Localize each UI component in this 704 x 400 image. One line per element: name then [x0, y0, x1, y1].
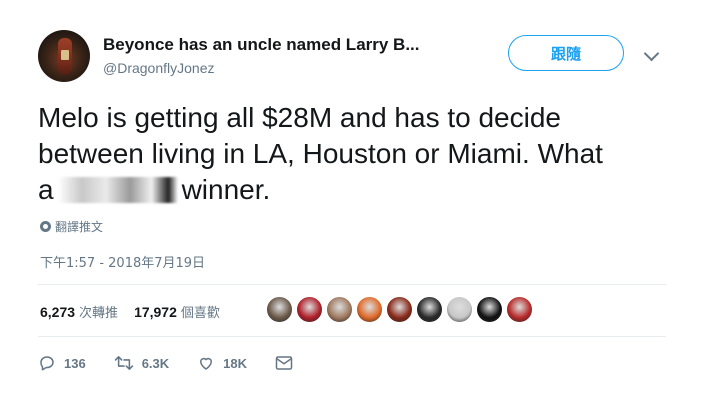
heart-icon	[200, 357, 213, 370]
liker-avatar[interactable]	[386, 296, 413, 323]
tweet-actions: 136 6.3K 18K	[38, 354, 321, 372]
censored-word	[57, 177, 178, 203]
chevron-down-icon[interactable]	[643, 45, 660, 62]
likes-label: 個喜歡	[180, 306, 220, 321]
retweets-count: 6,273	[40, 303, 76, 320]
tweet-timestamp[interactable]: 下午1:57 - 2018年7月19日	[40, 252, 205, 271]
retweets-label: 次轉推	[79, 306, 119, 321]
divider-bottom	[38, 336, 666, 337]
tweet-line-2: between living in LA, Houston or Miami. …	[38, 138, 603, 169]
liker-avatar[interactable]	[506, 296, 533, 323]
envelope-icon	[275, 356, 293, 370]
reply-icon	[40, 356, 54, 371]
retweets-stat[interactable]: 6,273 次轉推	[40, 302, 119, 322]
liker-avatar[interactable]	[476, 296, 503, 323]
reply-action[interactable]: 136	[38, 354, 86, 372]
tweet-line-3-prefix: a	[38, 174, 54, 205]
reply-count: 136	[64, 355, 86, 371]
author-handle[interactable]: @DragonflyJonez	[103, 60, 215, 76]
liker-avatar[interactable]	[326, 296, 353, 323]
tweet-line-3-suffix: winner.	[181, 174, 271, 205]
author-avatar[interactable]	[38, 30, 90, 82]
direct-message-action[interactable]	[275, 355, 293, 371]
avatar-bottle-label	[61, 50, 69, 60]
likes-count: 17,972	[134, 303, 177, 320]
liker-avatar[interactable]	[356, 296, 383, 323]
engagement-stats: 6,273 次轉推 17,972 個喜歡	[40, 302, 236, 322]
tweet-line-1: Melo is getting all $28M and has to deci…	[38, 102, 561, 133]
follow-button[interactable]: 跟隨	[508, 35, 624, 71]
retweet-count: 6.3K	[141, 355, 170, 371]
translate-link[interactable]: 翻譯推文	[40, 218, 103, 235]
divider-top	[38, 284, 666, 285]
retweet-icon	[114, 356, 133, 370]
globe-icon	[40, 221, 51, 232]
translate-label: 翻譯推文	[55, 220, 104, 234]
liker-avatar[interactable]	[416, 296, 443, 323]
author-name[interactable]: Beyonce has an uncle named Larry B...	[103, 35, 420, 55]
liker-avatars	[266, 296, 533, 323]
liker-avatar[interactable]	[296, 296, 323, 323]
tweet-line-3: a winner.	[38, 172, 678, 208]
tweet-text: Melo is getting all $28M and has to deci…	[38, 100, 678, 208]
like-count: 18K	[223, 355, 248, 371]
liker-avatar[interactable]	[446, 296, 473, 323]
likes-stat[interactable]: 17,972 個喜歡	[134, 302, 220, 322]
retweet-action[interactable]: 6.3K	[114, 354, 169, 372]
like-action[interactable]: 18K	[197, 354, 247, 372]
liker-avatar[interactable]	[266, 296, 293, 323]
